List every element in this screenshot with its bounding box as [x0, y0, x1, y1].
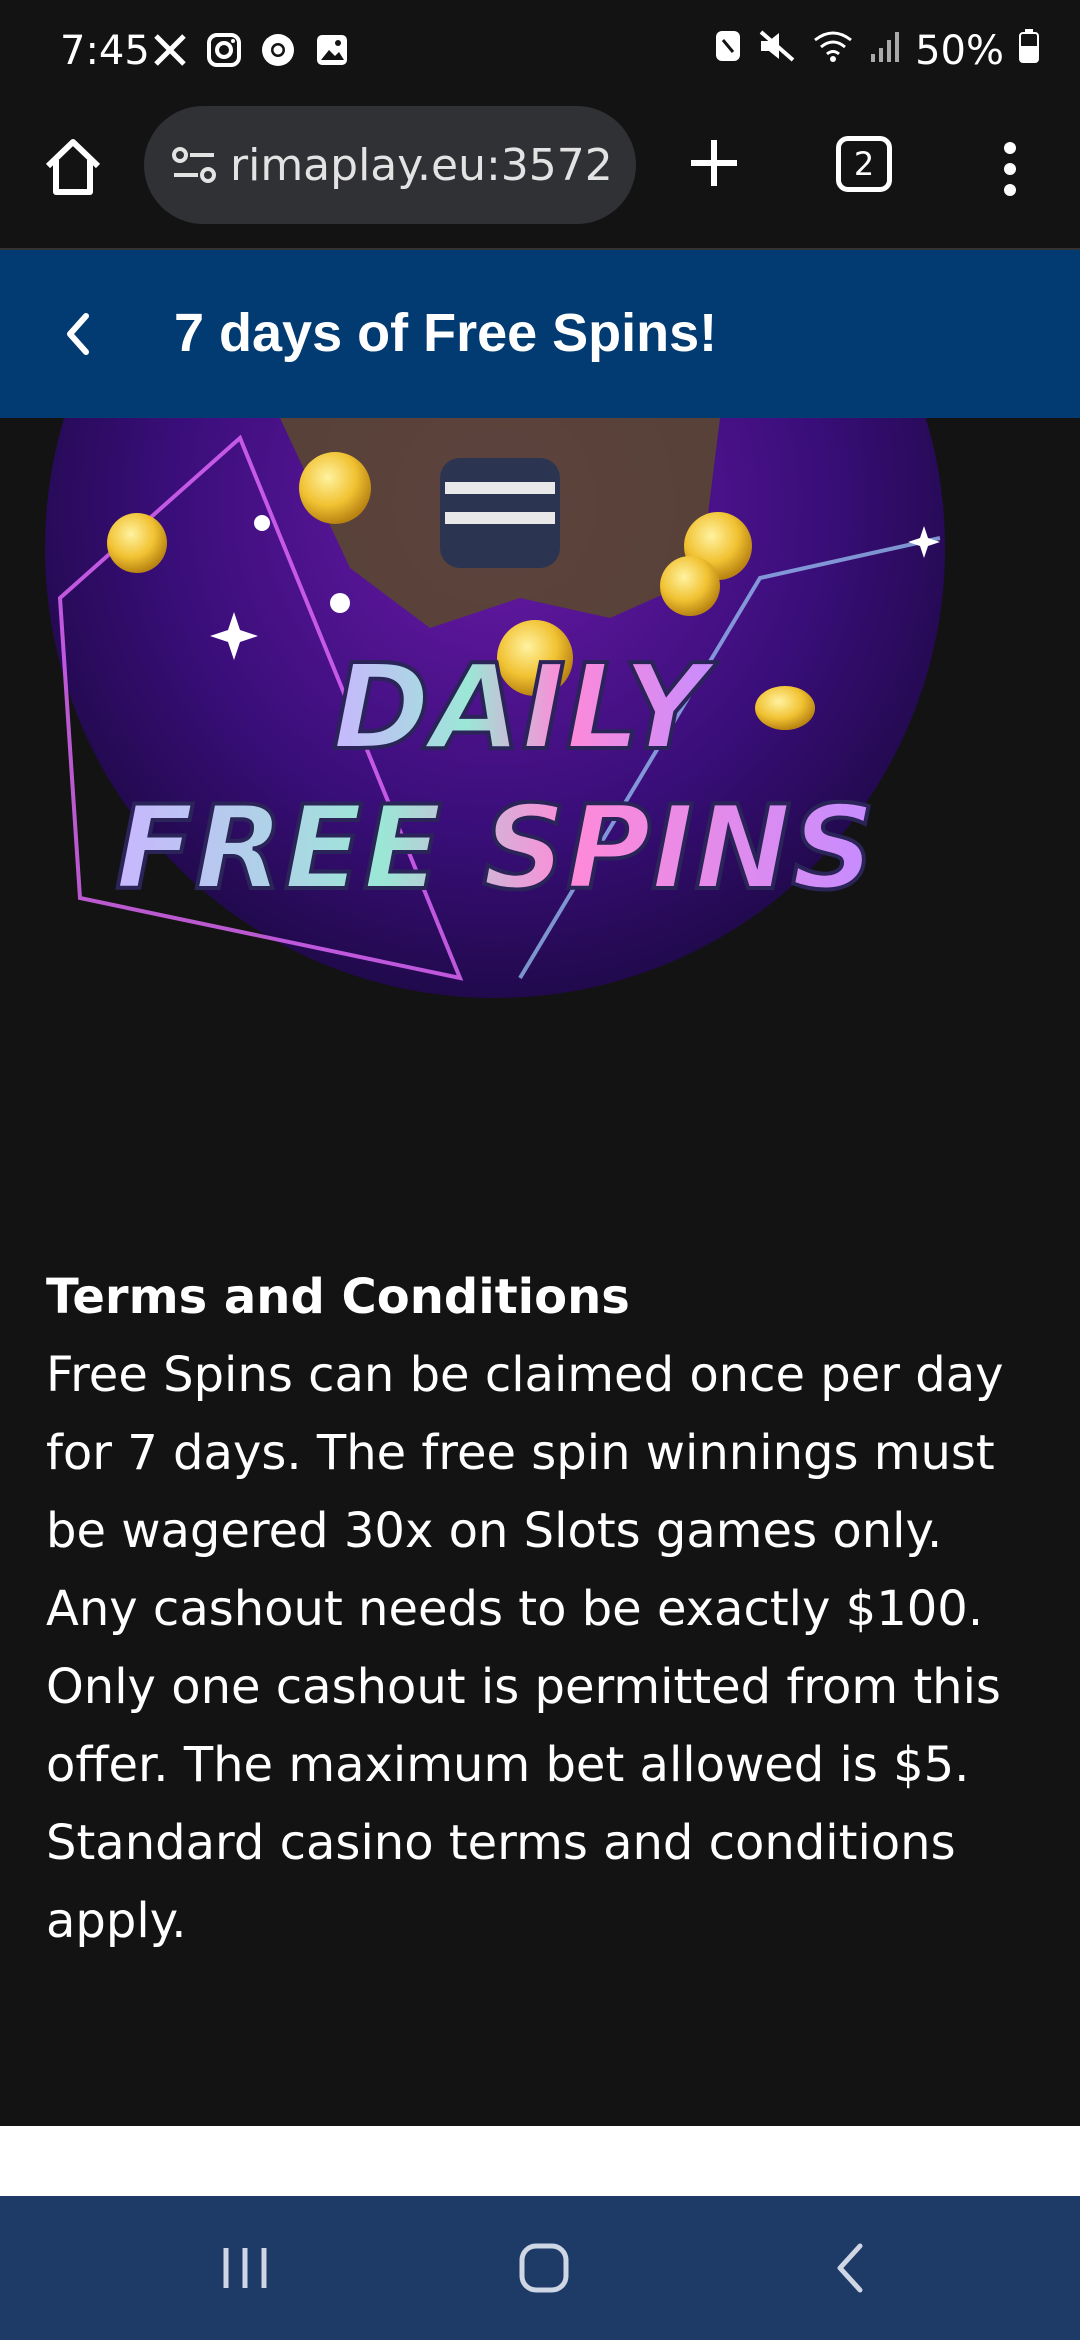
terms-body: Free Spins can be claimed once per day f… — [46, 1347, 1004, 1949]
recent-apps-icon[interactable] — [220, 2236, 270, 2300]
page-header: 7 days of Free Spins! — [0, 250, 1080, 418]
home-icon[interactable] — [38, 132, 108, 202]
signal-icon — [869, 28, 901, 74]
home-button-icon[interactable] — [514, 2236, 574, 2300]
x-icon — [150, 30, 190, 70]
wifi-icon — [811, 28, 855, 74]
mute-icon — [757, 28, 797, 74]
nfc-icon — [713, 28, 743, 74]
tab-switcher-button[interactable]: 2 — [836, 136, 892, 192]
page-title: 7 days of Free Spins! — [174, 303, 718, 363]
gallery-icon — [312, 30, 352, 70]
page-footer-strip — [0, 2126, 1080, 2196]
promo-line-1: DAILY — [332, 638, 718, 776]
address-bar[interactable]: rimaplay.eu:3572 — [144, 106, 636, 224]
battery-icon — [1018, 28, 1040, 74]
back-button-icon[interactable] — [826, 2236, 876, 2300]
back-arrow-icon[interactable] — [50, 302, 110, 366]
terms-section: Terms and Conditions Free Spins can be c… — [46, 1258, 1046, 1960]
status-time: 7:45 — [60, 28, 150, 74]
promo-banner: DAILY FREE SPINS — [0, 418, 1080, 1038]
more-options-icon[interactable] — [990, 134, 1030, 204]
system-nav-bar — [0, 2196, 1080, 2340]
instagram-icon — [204, 30, 244, 70]
chrome-icon — [258, 30, 298, 70]
promo-line-2: FREE SPINS — [115, 781, 875, 916]
url-text: rimaplay.eu:3572 — [230, 139, 613, 191]
terms-heading: Terms and Conditions — [46, 1269, 630, 1325]
battery-percent: 50% — [915, 28, 1004, 74]
site-settings-icon[interactable] — [168, 139, 220, 191]
new-tab-icon[interactable] — [684, 128, 744, 198]
browser-toolbar: rimaplay.eu:3572 2 — [0, 100, 1080, 250]
status-bar: 7:45 50% — [0, 0, 1080, 100]
